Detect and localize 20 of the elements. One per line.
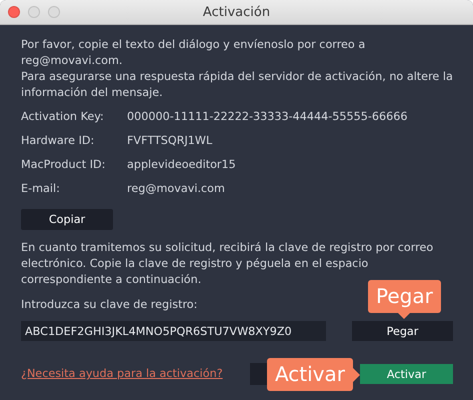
field-value: 000000-11111-22222-33333-44444-55555-66666 (127, 109, 408, 125)
paste-button[interactable]: Pegar (352, 321, 453, 341)
field-label: E-mail: (21, 181, 61, 197)
window-title: Activación (202, 4, 270, 20)
callout-label: Pegar (368, 280, 441, 319)
intro-text: Por favor, copie el texto del diálogo y envíenoslo por correo a reg@movavi.com. (21, 37, 366, 69)
field-label: Hardware ID: (21, 133, 96, 149)
copy-button[interactable]: Copiar (21, 209, 113, 230)
field-value: applevideoeditor15 (127, 157, 236, 173)
activate-button[interactable]: Activar (360, 364, 453, 384)
intro-text: Para asegurarse una respuesta rápida del servidor de activación, no altere la información del mensaje. (21, 69, 453, 101)
field-value: FVFTTSQRJ1WL (127, 133, 212, 149)
callout-label: Activar (266, 358, 360, 391)
help-link[interactable]: ¿Necesita ayuda para la activación? (21, 366, 223, 382)
field-label: Activation Key: (21, 109, 105, 125)
close-icon[interactable] (8, 6, 20, 18)
field-value: reg@movavi.com (127, 181, 225, 197)
key-input-field[interactable]: ABC1DEF2GHI3JKL4MNO5PQR6STU7VW8XY9Z0 (21, 321, 326, 341)
key-label: Introduzca su clave de registro: (21, 297, 198, 313)
field-label: MacProduct ID: (21, 157, 106, 173)
